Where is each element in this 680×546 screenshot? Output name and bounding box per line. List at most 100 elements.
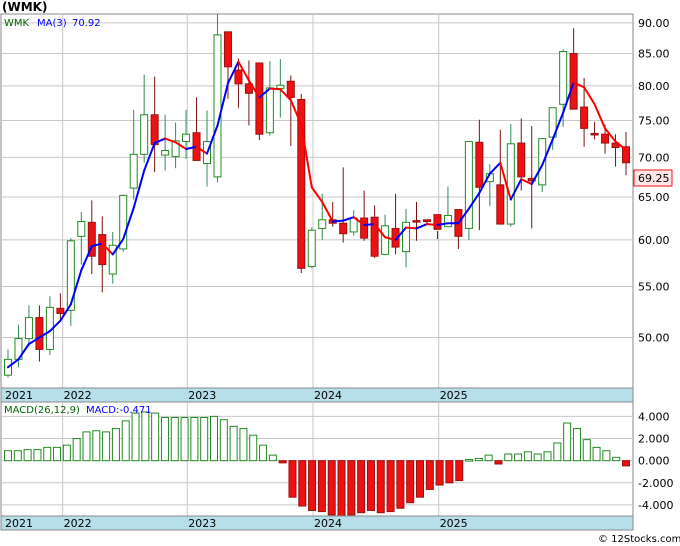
candle-body <box>35 317 44 350</box>
macd-bar <box>386 460 395 513</box>
candle-body <box>182 133 191 143</box>
macd-bar <box>376 460 385 514</box>
macd-bar <box>572 428 581 462</box>
macd-legend-label: MACD(26,12,9) <box>4 405 80 416</box>
ma-segment <box>268 87 282 91</box>
macd-bar <box>612 456 621 462</box>
chart-root: (WMK) 50.00 55.00 60.00 65.00 70.00 75.00 80.0… <box>0 0 680 546</box>
ma-segment <box>405 226 418 230</box>
macd-bar <box>219 419 228 462</box>
price-x-tick-label: 2022 <box>64 389 92 402</box>
candle-body <box>370 216 379 257</box>
macd-bar <box>396 460 405 509</box>
price-x-tick-label: 2024 <box>314 389 342 402</box>
price-y-tick-label: 70.00 <box>638 151 670 164</box>
candle-body <box>433 214 442 230</box>
ma-segment <box>331 219 345 223</box>
macd-bar <box>239 428 248 462</box>
legend-symbol: WMK <box>4 18 30 29</box>
macd-bar <box>53 446 62 462</box>
macd-bar <box>249 434 258 462</box>
macd-bar <box>366 460 375 511</box>
macd-bar <box>425 460 434 490</box>
candle-body <box>559 51 568 105</box>
candle-body <box>223 31 232 68</box>
macd-bar <box>543 451 552 462</box>
macd-bar <box>317 460 326 513</box>
macd-bar <box>347 460 356 516</box>
macd-bar <box>111 428 120 462</box>
macd-bar <box>357 460 366 514</box>
ma-segment <box>425 223 439 226</box>
candle-body <box>98 234 107 266</box>
ma-segment <box>363 223 376 226</box>
candle-body <box>496 184 505 225</box>
macd-bar <box>435 460 444 486</box>
macd-bar <box>406 460 415 504</box>
candle-body <box>569 52 578 110</box>
macd-y-tick-label: -2.000 <box>638 477 673 490</box>
macd-legend: MACD(26,12,9) MACD:-0.471 <box>4 405 152 416</box>
macd-bar <box>92 430 101 462</box>
candle-body <box>475 141 484 188</box>
macd-bar <box>160 416 169 462</box>
macd-bar <box>337 460 346 517</box>
candle-body <box>77 220 86 237</box>
macd-bar <box>121 420 130 462</box>
candle-body <box>580 106 589 129</box>
macd-bar <box>62 444 71 462</box>
candle-body <box>339 222 348 235</box>
macd-bar <box>210 415 218 462</box>
macd-bar <box>455 460 464 482</box>
candle-body <box>255 62 264 135</box>
candle-body <box>140 114 149 155</box>
last-price-value: 69.25 <box>638 172 670 185</box>
macd-bar <box>33 449 42 462</box>
macd-bar <box>514 453 523 462</box>
candle-body <box>590 132 599 136</box>
macd-bar <box>180 416 189 462</box>
legend-ma-value: 70.92 <box>72 18 101 29</box>
price-y-tick-label: 90.00 <box>638 17 670 30</box>
macd-bar <box>278 460 287 464</box>
candle-body <box>381 225 390 255</box>
candle-body <box>412 220 421 223</box>
macd-bar <box>190 416 199 462</box>
candle-body <box>213 34 222 178</box>
watermark: © 12Stocks.com <box>598 534 680 545</box>
chart-svg: 50.00 55.00 60.00 65.00 70.00 75.00 80.00 85.00… <box>0 13 680 545</box>
candle-body <box>360 217 369 239</box>
macd-bar <box>151 412 160 462</box>
price-y-tick-label: 60.00 <box>638 234 670 247</box>
price-x-tick-label: 2023 <box>188 389 216 402</box>
candle-body <box>443 214 452 228</box>
macd-bar <box>504 453 513 462</box>
macd-bar <box>200 416 209 462</box>
candle-body <box>66 240 75 311</box>
macd-bar <box>268 454 277 462</box>
macd-bar <box>259 444 268 462</box>
price-y-tick-label: 50.00 <box>638 332 670 345</box>
macd-y-tick-label: 2.000 <box>638 433 670 446</box>
macd-bar <box>582 439 591 462</box>
candle-body <box>56 307 65 314</box>
macd-bar <box>327 460 336 516</box>
candle-body <box>422 219 431 222</box>
macd-x-tick-label: 2021 <box>5 517 33 530</box>
macd-bar <box>23 449 32 462</box>
candle-body <box>506 143 515 225</box>
candle-body <box>276 84 285 90</box>
macd-bar <box>553 442 562 462</box>
macd-bar <box>308 460 317 511</box>
macd-y-tick-label: -4.000 <box>638 499 673 512</box>
macd-bar <box>563 422 572 462</box>
macd-bar <box>592 446 601 462</box>
candle-body <box>464 141 473 229</box>
macd-bar <box>288 460 297 498</box>
candle-body <box>150 114 159 146</box>
macd-bar <box>533 453 542 462</box>
macd-panel: 4.000 2.000 0.000 -2.000 -4.000 2021 2022 2023… <box>0 401 673 531</box>
candle-body <box>318 219 327 229</box>
price-y-tick-label: 75.00 <box>638 114 670 127</box>
candle-body <box>307 229 316 267</box>
